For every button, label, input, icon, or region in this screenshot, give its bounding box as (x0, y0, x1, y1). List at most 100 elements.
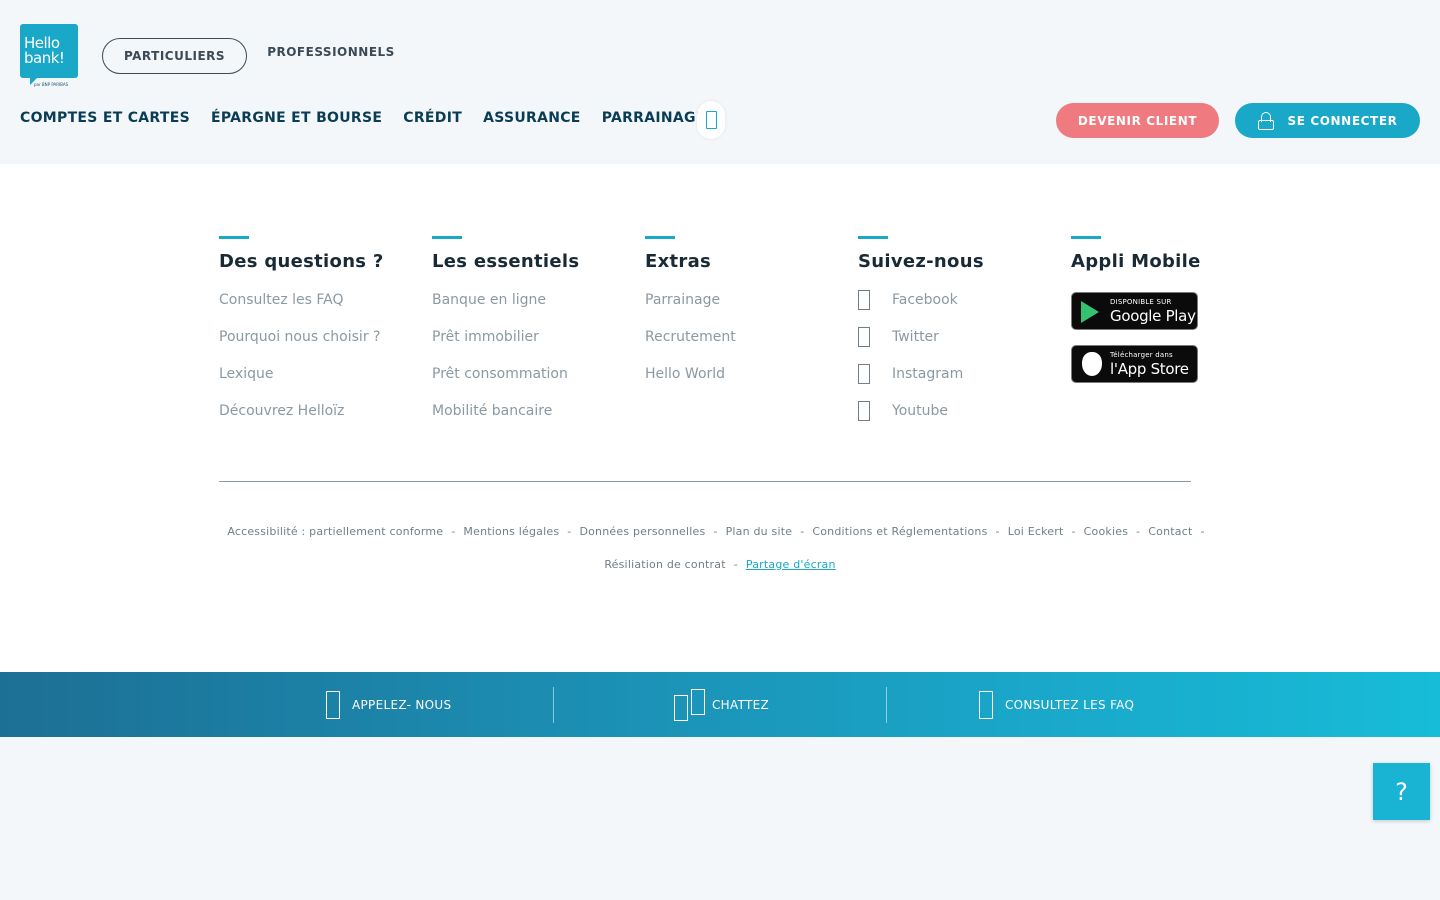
col-accent-bar (645, 236, 675, 239)
link-mobilite-bancaire[interactable]: Mobilité bancaire (432, 403, 632, 440)
legal-conditions[interactable]: Conditions et Réglementations (812, 525, 987, 538)
twitter-icon (858, 327, 870, 347)
se-connecter-label: SE CONNECTER (1287, 113, 1398, 128)
link-youtube[interactable]: Youtube (858, 401, 1058, 440)
professionnels-tab[interactable]: PROFESSIONNELS (258, 34, 404, 70)
legal-links-row1: Accessibilité : partiellement conforme - M… (0, 525, 1440, 538)
col-accent-bar (1071, 236, 1101, 239)
link-recrutement[interactable]: Recrutement (645, 329, 845, 366)
separator: - (1136, 525, 1141, 538)
lock-icon (1257, 111, 1274, 130)
legal-partage-ecran[interactable]: Partage d'écran (746, 558, 836, 571)
app-store-big: l'App Store (1110, 360, 1189, 378)
link-label: Youtube (892, 403, 948, 419)
link-twitter[interactable]: Twitter (858, 327, 1058, 366)
footer-col-questions: Des questions ? Consultez les FAQ Pourqu… (219, 236, 419, 440)
google-play-small: DISPONIBLE SUR (1110, 298, 1172, 306)
nav-assurance[interactable]: ASSURANCE (483, 110, 581, 126)
separator: - (800, 525, 805, 538)
nav-parrainage[interactable]: PARRAINAGE (602, 110, 706, 126)
separator: - (995, 525, 1000, 538)
footer-col-social: Suivez-nous Facebook Twitter Instagram Y… (858, 236, 1058, 440)
google-play-big: Google Play (1110, 307, 1196, 325)
search-icon (705, 111, 717, 129)
faq-icon (979, 690, 993, 719)
logo-bubble: Hello bank! (20, 24, 78, 78)
hello-bank-logo[interactable]: Hello bank! par BNP PARIBAS (20, 24, 78, 88)
footer-col-essentiels: Les essentiels Banque en ligne Prêt immo… (432, 236, 632, 440)
legal-cookies[interactable]: Cookies (1084, 525, 1128, 538)
nav-epargne-et-bourse[interactable]: ÉPARGNE ET BOURSE (211, 110, 382, 126)
phone-icon (326, 690, 340, 719)
link-label: Instagram (892, 366, 964, 382)
site-footer: Des questions ? Consultez les FAQ Pourqu… (0, 164, 1440, 672)
footer-divider (219, 481, 1191, 482)
nav-credit[interactable]: CRÉDIT (403, 110, 462, 126)
faq-button[interactable]: CONSULTEZ LES FAQ (979, 672, 1134, 737)
contact-band: APPELEZ- NOUS CHATTEZ CONSULTEZ LES FAQ (0, 672, 1440, 737)
site-header: Hello bank! par BNP PARIBAS PARTICULIERS… (0, 0, 1440, 164)
legal-donnees[interactable]: Données personnelles (579, 525, 705, 538)
call-us-label: APPELEZ- NOUS (352, 697, 452, 712)
chat-button[interactable]: CHATTEZ (674, 672, 769, 737)
apple-icon (1082, 352, 1102, 376)
link-label: Facebook (892, 292, 958, 308)
particuliers-tab[interactable]: PARTICULIERS (102, 38, 247, 74)
separator: - (733, 558, 738, 571)
se-connecter-button[interactable]: SE CONNECTER (1235, 103, 1420, 138)
col-title: Suivez-nous (858, 251, 984, 272)
col-title: Des questions ? (219, 251, 384, 272)
legal-resiliation[interactable]: Résiliation de contrat (604, 558, 725, 571)
chat-icon (674, 688, 708, 721)
link-hello-world[interactable]: Hello World (645, 366, 845, 403)
logo-tagline: par BNP PARIBAS (34, 82, 69, 87)
link-faq[interactable]: Consultez les FAQ (219, 292, 419, 329)
band-divider (886, 687, 887, 723)
col-title: Les essentiels (432, 251, 580, 272)
col-title: Extras (645, 251, 712, 272)
separator: - (451, 525, 456, 538)
help-button[interactable]: ? (1373, 763, 1430, 820)
separator: - (567, 525, 572, 538)
link-pret-consommation[interactable]: Prêt consommation (432, 366, 632, 403)
chat-label: CHATTEZ (712, 697, 770, 712)
app-store-badge[interactable]: Télécharger dans l'App Store (1071, 345, 1198, 383)
google-play-icon (1081, 301, 1099, 323)
legal-accessibilite[interactable]: Accessibilité : partiellement conforme (227, 525, 443, 538)
nav-comptes-et-cartes[interactable]: COMPTES ET CARTES (20, 110, 190, 126)
youtube-icon (858, 401, 870, 421)
link-parrainage[interactable]: Parrainage (645, 292, 845, 329)
instagram-icon (858, 364, 870, 384)
link-pret-immobilier[interactable]: Prêt immobilier (432, 329, 632, 366)
facebook-icon (858, 290, 870, 310)
legal-plan-du-site[interactable]: Plan du site (726, 525, 793, 538)
devenir-client-button[interactable]: DEVENIR CLIENT (1056, 103, 1219, 138)
legal-mentions[interactable]: Mentions légales (463, 525, 559, 538)
call-us-button[interactable]: APPELEZ- NOUS (326, 672, 451, 737)
link-banque-en-ligne[interactable]: Banque en ligne (432, 292, 632, 329)
legal-links-row2: Résiliation de contrat - Partage d'écran (0, 558, 1440, 571)
separator: - (1200, 525, 1205, 538)
col-accent-bar (858, 236, 888, 239)
app-store-small: Télécharger dans (1110, 351, 1173, 359)
legal-contact[interactable]: Contact (1148, 525, 1192, 538)
separator: - (713, 525, 718, 538)
link-lexique[interactable]: Lexique (219, 366, 419, 403)
link-label: Twitter (892, 329, 939, 345)
link-facebook[interactable]: Facebook (858, 290, 1058, 329)
col-accent-bar (219, 236, 249, 239)
separator: - (1071, 525, 1076, 538)
band-divider (553, 687, 554, 723)
search-button[interactable] (697, 101, 725, 139)
google-play-badge[interactable]: DISPONIBLE SUR Google Play (1071, 292, 1198, 330)
main-nav: COMPTES ET CARTES ÉPARGNE ET BOURSE CRÉD… (20, 110, 727, 126)
link-instagram[interactable]: Instagram (858, 364, 1058, 403)
footer-col-extras: Extras Parrainage Recrutement Hello Worl… (645, 236, 845, 403)
col-accent-bar (432, 236, 462, 239)
link-helloiz[interactable]: Découvrez Helloïz (219, 403, 419, 440)
legal-loi-eckert[interactable]: Loi Eckert (1008, 525, 1064, 538)
faq-label: CONSULTEZ LES FAQ (1005, 697, 1135, 712)
col-title: Appli Mobile (1071, 251, 1201, 272)
footer-col-app: Appli Mobile DISPONIBLE SUR Google Play … (1071, 236, 1271, 398)
link-pourquoi[interactable]: Pourquoi nous choisir ? (219, 329, 419, 366)
